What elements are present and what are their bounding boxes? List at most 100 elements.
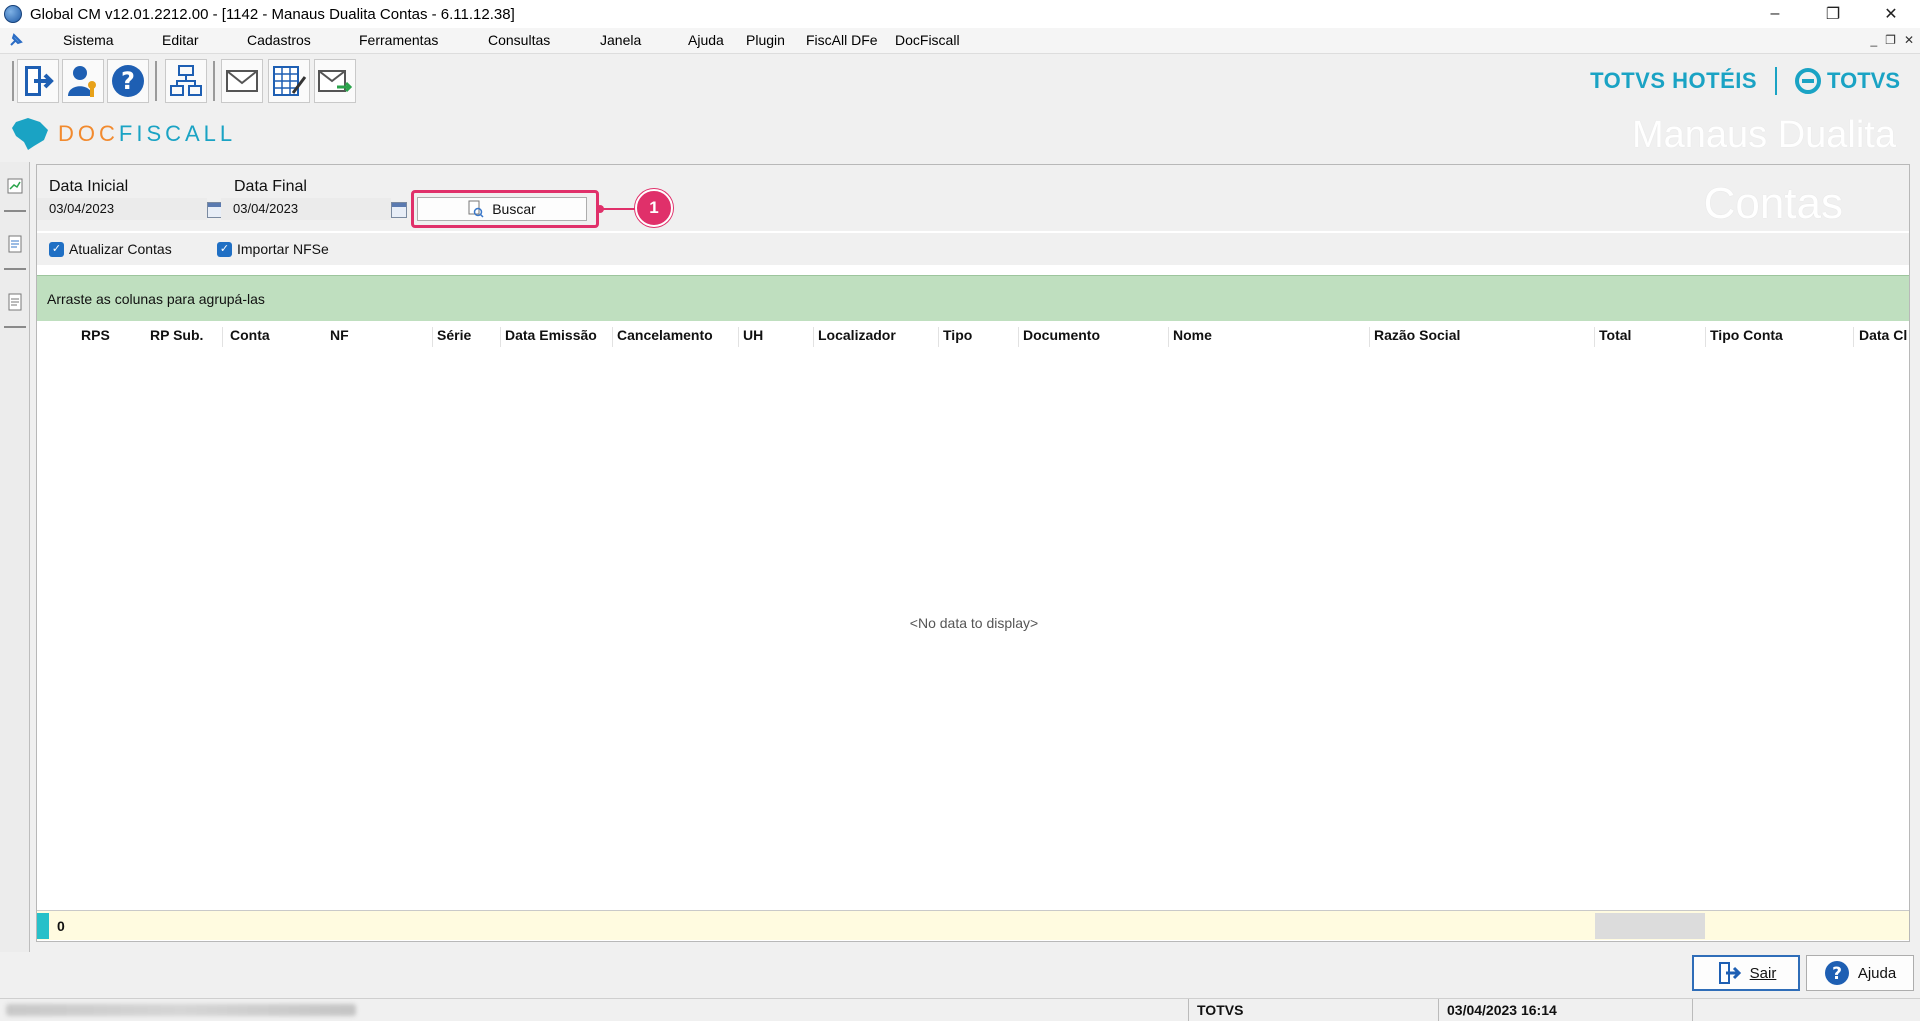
totvs-logo: TOTVS: [1795, 68, 1900, 94]
empty-grid-message: <No data to display>: [909, 615, 1039, 631]
column-serie[interactable]: Série: [437, 327, 471, 343]
mail-send-button[interactable]: [314, 59, 356, 103]
menu-ferramentas[interactable]: Ferramentas: [359, 32, 438, 48]
menu-fiscall-dfe[interactable]: FiscAll DFe: [806, 32, 878, 48]
restore-button[interactable]: ❐: [1804, 0, 1862, 28]
report-icon: [7, 178, 23, 194]
side-button-2[interactable]: [4, 220, 26, 270]
column-separator: [1594, 327, 1595, 347]
column-localizador[interactable]: Localizador: [818, 327, 896, 343]
importar-nfse-label: Importar NFSe: [237, 241, 329, 257]
contas-panel: Data Inicial 03/04/2023 Data Final 03/04…: [36, 164, 1910, 942]
help-icon: ?: [112, 65, 144, 97]
document-icon: [8, 235, 22, 253]
checkmark-icon: ✓: [49, 241, 64, 257]
horizontal-scrollbar[interactable]: [1595, 913, 1705, 939]
menu-cadastros[interactable]: Cadastros: [247, 32, 311, 48]
mail-send-icon: [318, 70, 353, 93]
callout-connector: [600, 208, 636, 210]
menu-docfiscall[interactable]: DocFiscall: [895, 32, 960, 48]
column-documento[interactable]: Documento: [1023, 327, 1100, 343]
column-separator: [222, 327, 223, 347]
totvs-brand: TOTVS HOTÉIS TOTVS: [1590, 66, 1900, 96]
minimize-button[interactable]: –: [1746, 0, 1804, 28]
mdi-close-button[interactable]: ✕: [1904, 33, 1914, 47]
column-data-emissao[interactable]: Data Emissão: [505, 327, 597, 343]
mail-button[interactable]: [221, 59, 263, 103]
status-company: TOTVS: [1197, 1002, 1244, 1018]
group-by-hint: Arraste as colunas para agrupá-las: [47, 291, 265, 307]
menu-editar[interactable]: Editar: [162, 32, 199, 48]
column-nf[interactable]: NF: [330, 327, 349, 343]
toolbar-separator: [12, 61, 14, 101]
column-rp-sub[interactable]: RP Sub.: [150, 327, 203, 343]
docfiscall-logo-prefix: DOC: [58, 121, 119, 146]
menu-consultas[interactable]: Consultas: [488, 32, 550, 48]
column-separator: [938, 327, 939, 347]
column-tipo[interactable]: Tipo: [943, 327, 972, 343]
column-razao-social[interactable]: Razão Social: [1374, 327, 1460, 343]
toolbar-separator: [155, 61, 157, 101]
data-final-label: Data Final: [234, 178, 307, 195]
menu-janela[interactable]: Janela: [600, 32, 641, 48]
user-key-icon: [68, 66, 96, 97]
data-final-calendar-icon[interactable]: [391, 202, 407, 218]
network-button[interactable]: [165, 59, 207, 103]
column-separator: [1853, 327, 1854, 347]
mdi-minimize-button[interactable]: _: [1870, 33, 1877, 47]
data-final-input[interactable]: 03/04/2023: [221, 198, 391, 220]
side-button-1[interactable]: [4, 162, 26, 212]
pin-icon[interactable]: [8, 32, 24, 48]
column-tipo-conta[interactable]: Tipo Conta: [1710, 327, 1783, 343]
menu-ajuda[interactable]: Ajuda: [688, 32, 724, 48]
sair-button[interactable]: Sair: [1692, 955, 1800, 991]
column-rps[interactable]: RPS: [81, 327, 110, 343]
data-inicial-label: Data Inicial: [49, 178, 129, 195]
status-divider: [1188, 999, 1189, 1021]
brand-divider: [1775, 67, 1778, 95]
exit-button[interactable]: [17, 59, 59, 103]
checkmark-icon: ✓: [217, 241, 232, 257]
user-permissions-button[interactable]: [62, 59, 104, 103]
column-total[interactable]: Total: [1599, 327, 1631, 343]
docfiscall-logo: DOCFISCALL: [58, 121, 236, 147]
status-divider: [1438, 999, 1439, 1021]
column-nome[interactable]: Nome: [1173, 327, 1212, 343]
close-button[interactable]: ✕: [1862, 0, 1920, 28]
atualizar-contas-checkbox[interactable]: ✓ Atualizar Contas: [49, 241, 172, 257]
side-button-3[interactable]: [4, 278, 26, 328]
filter-bar: Data Inicial 03/04/2023 Data Final 03/04…: [37, 165, 1909, 231]
ajuda-button[interactable]: ? Ajuda: [1806, 955, 1914, 991]
network-icon: [170, 65, 202, 96]
column-separator: [612, 327, 613, 347]
exit-icon: [25, 66, 54, 96]
toolbar-separator: [213, 61, 215, 101]
spreadsheet-edit-button[interactable]: [268, 59, 310, 103]
column-separator: [1705, 327, 1706, 347]
mdi-restore-button[interactable]: ❐: [1885, 33, 1896, 47]
totvs-logo-text: TOTVS: [1827, 68, 1900, 93]
column-data-cl[interactable]: Data Cl: [1859, 327, 1907, 343]
importar-nfse-checkbox[interactable]: ✓ Importar NFSe: [217, 241, 329, 257]
status-divider: [1692, 999, 1693, 1021]
column-separator: [500, 327, 501, 347]
watermark-module: Contas: [1703, 179, 1843, 228]
grid-header: RPS RP Sub. Conta NF Série Data Emissão …: [37, 321, 1909, 349]
column-separator: [1369, 327, 1370, 347]
column-conta[interactable]: Conta: [230, 327, 270, 343]
menu-plugin[interactable]: Plugin: [746, 32, 785, 48]
watermark-company: Manaus Dualita: [1631, 114, 1896, 156]
menu-bar: Sistema Editar Cadastros Ferramentas Con…: [0, 28, 1920, 54]
help-icon: ?: [1824, 961, 1849, 985]
grid-footer: 0: [37, 910, 1909, 940]
menu-sistema[interactable]: Sistema: [63, 32, 114, 48]
column-uh[interactable]: UH: [743, 327, 763, 343]
group-by-area[interactable]: Arraste as colunas para agrupá-las: [37, 275, 1909, 321]
options-bar: ✓ Atualizar Contas ✓ Importar NFSe: [37, 233, 1909, 265]
column-separator: [738, 327, 739, 347]
help-toolbar-button[interactable]: ?: [107, 59, 149, 103]
exit-icon: [1718, 962, 1741, 984]
data-inicial-input[interactable]: 03/04/2023: [37, 198, 207, 220]
window-title: Global CM v12.01.2212.00 - [1142 - Manau…: [30, 5, 515, 23]
column-cancelamento[interactable]: Cancelamento: [617, 327, 713, 343]
